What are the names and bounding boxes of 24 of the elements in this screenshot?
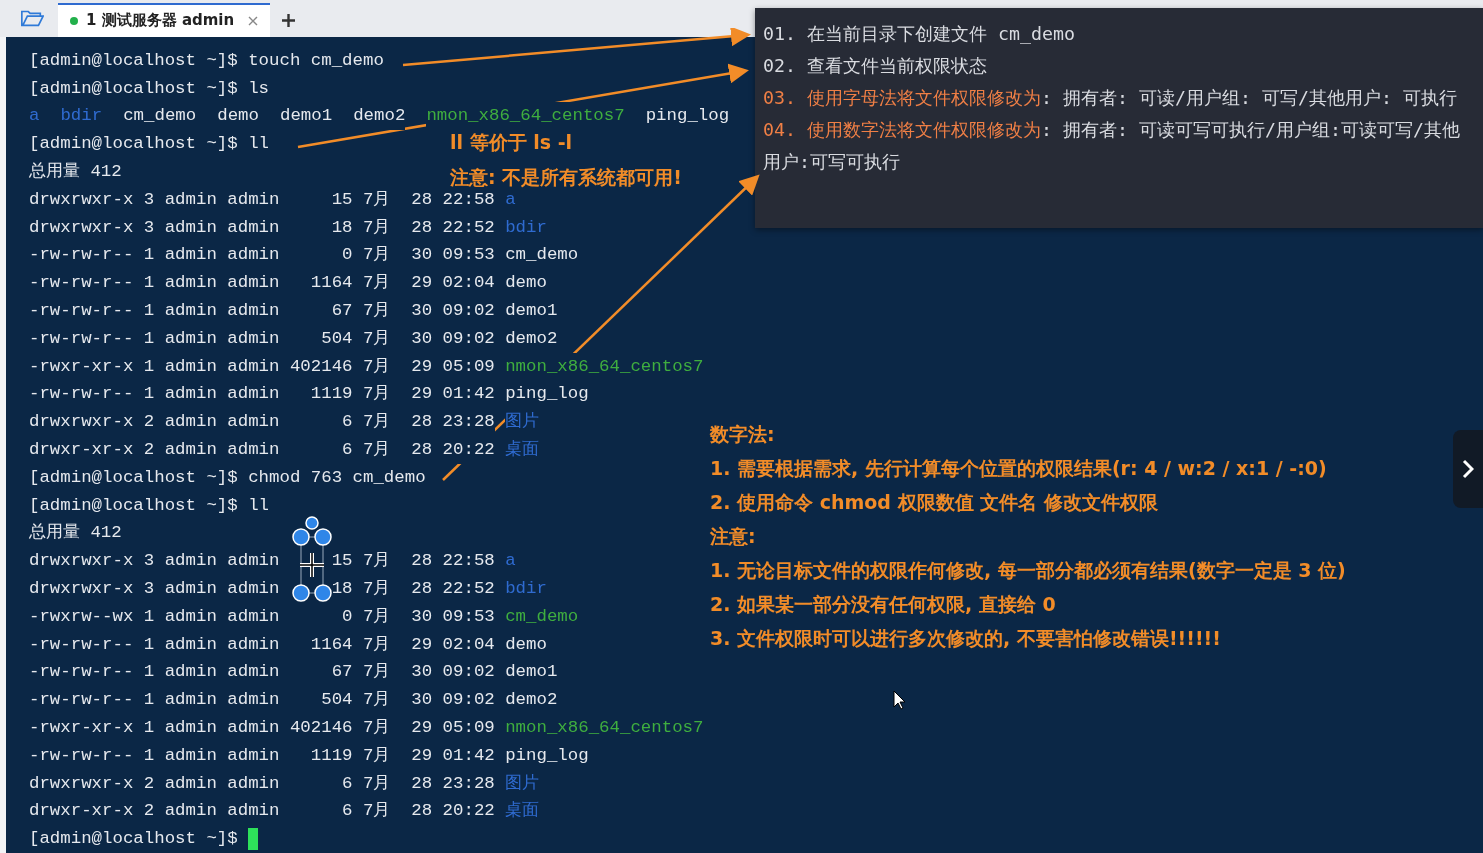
note-text: 注意:: [710, 523, 757, 549]
next-button[interactable]: [1453, 430, 1483, 508]
task-item: 03. 使用字母法将文件权限修改为: 拥有者: 可读/用户组: 可写/其他用户: 可执行: [763, 86, 1459, 110]
note-text: 数字法:: [710, 421, 776, 447]
file-name: ping_log: [505, 380, 589, 409]
session-tab[interactable]: 1 测试服务器 admin: [58, 2, 271, 37]
status-dot: [70, 16, 78, 25]
close-icon: [248, 15, 259, 26]
mouse-pointer-icon: [893, 689, 907, 710]
chevron-right-icon: [1462, 459, 1474, 479]
cursor: [247, 828, 258, 851]
task-item: 04. 使用数字法将文件权限修改为: 拥有者: 可读可写可执行/用户组:可读可写/其他用户:可写可执行: [763, 118, 1462, 174]
task-item: 02. 查看文件当前权限状态: [763, 54, 989, 78]
note-text: 3. 文件权限时可以进行多次修改的, 不要害怕修改错误!!!!!!: [710, 625, 1222, 651]
annotation-text: ll 等价于 ls -l: [450, 129, 574, 155]
task-item: 01. 在当前目录下创建文件 cm_demo: [763, 22, 1077, 46]
note-text: 1. 无论目标文件的权限作何修改, 每一部分都必须有结果(数字一定是 3 位): [710, 557, 1346, 583]
file-name: nmon_x86_64_centos7: [505, 352, 704, 381]
note-text: 2. 如果某一部分没有任何权限, 直接给 0: [710, 591, 1057, 617]
plus-icon: [282, 13, 296, 27]
note-text: 1. 需要根据需求, 先行计算每个位置的权限结果(r: 4 / w:2 / x:1 / -:0): [710, 455, 1328, 481]
note-text: 2. 使用命令 chmod 权限数值 文件名 修改文件权限: [710, 489, 1159, 515]
tab-label: 1 测试服务器 admin: [86, 11, 235, 31]
file-details: drwxr-xr-x 2 admin admin 6 7月 28 20:22: [29, 436, 495, 464]
